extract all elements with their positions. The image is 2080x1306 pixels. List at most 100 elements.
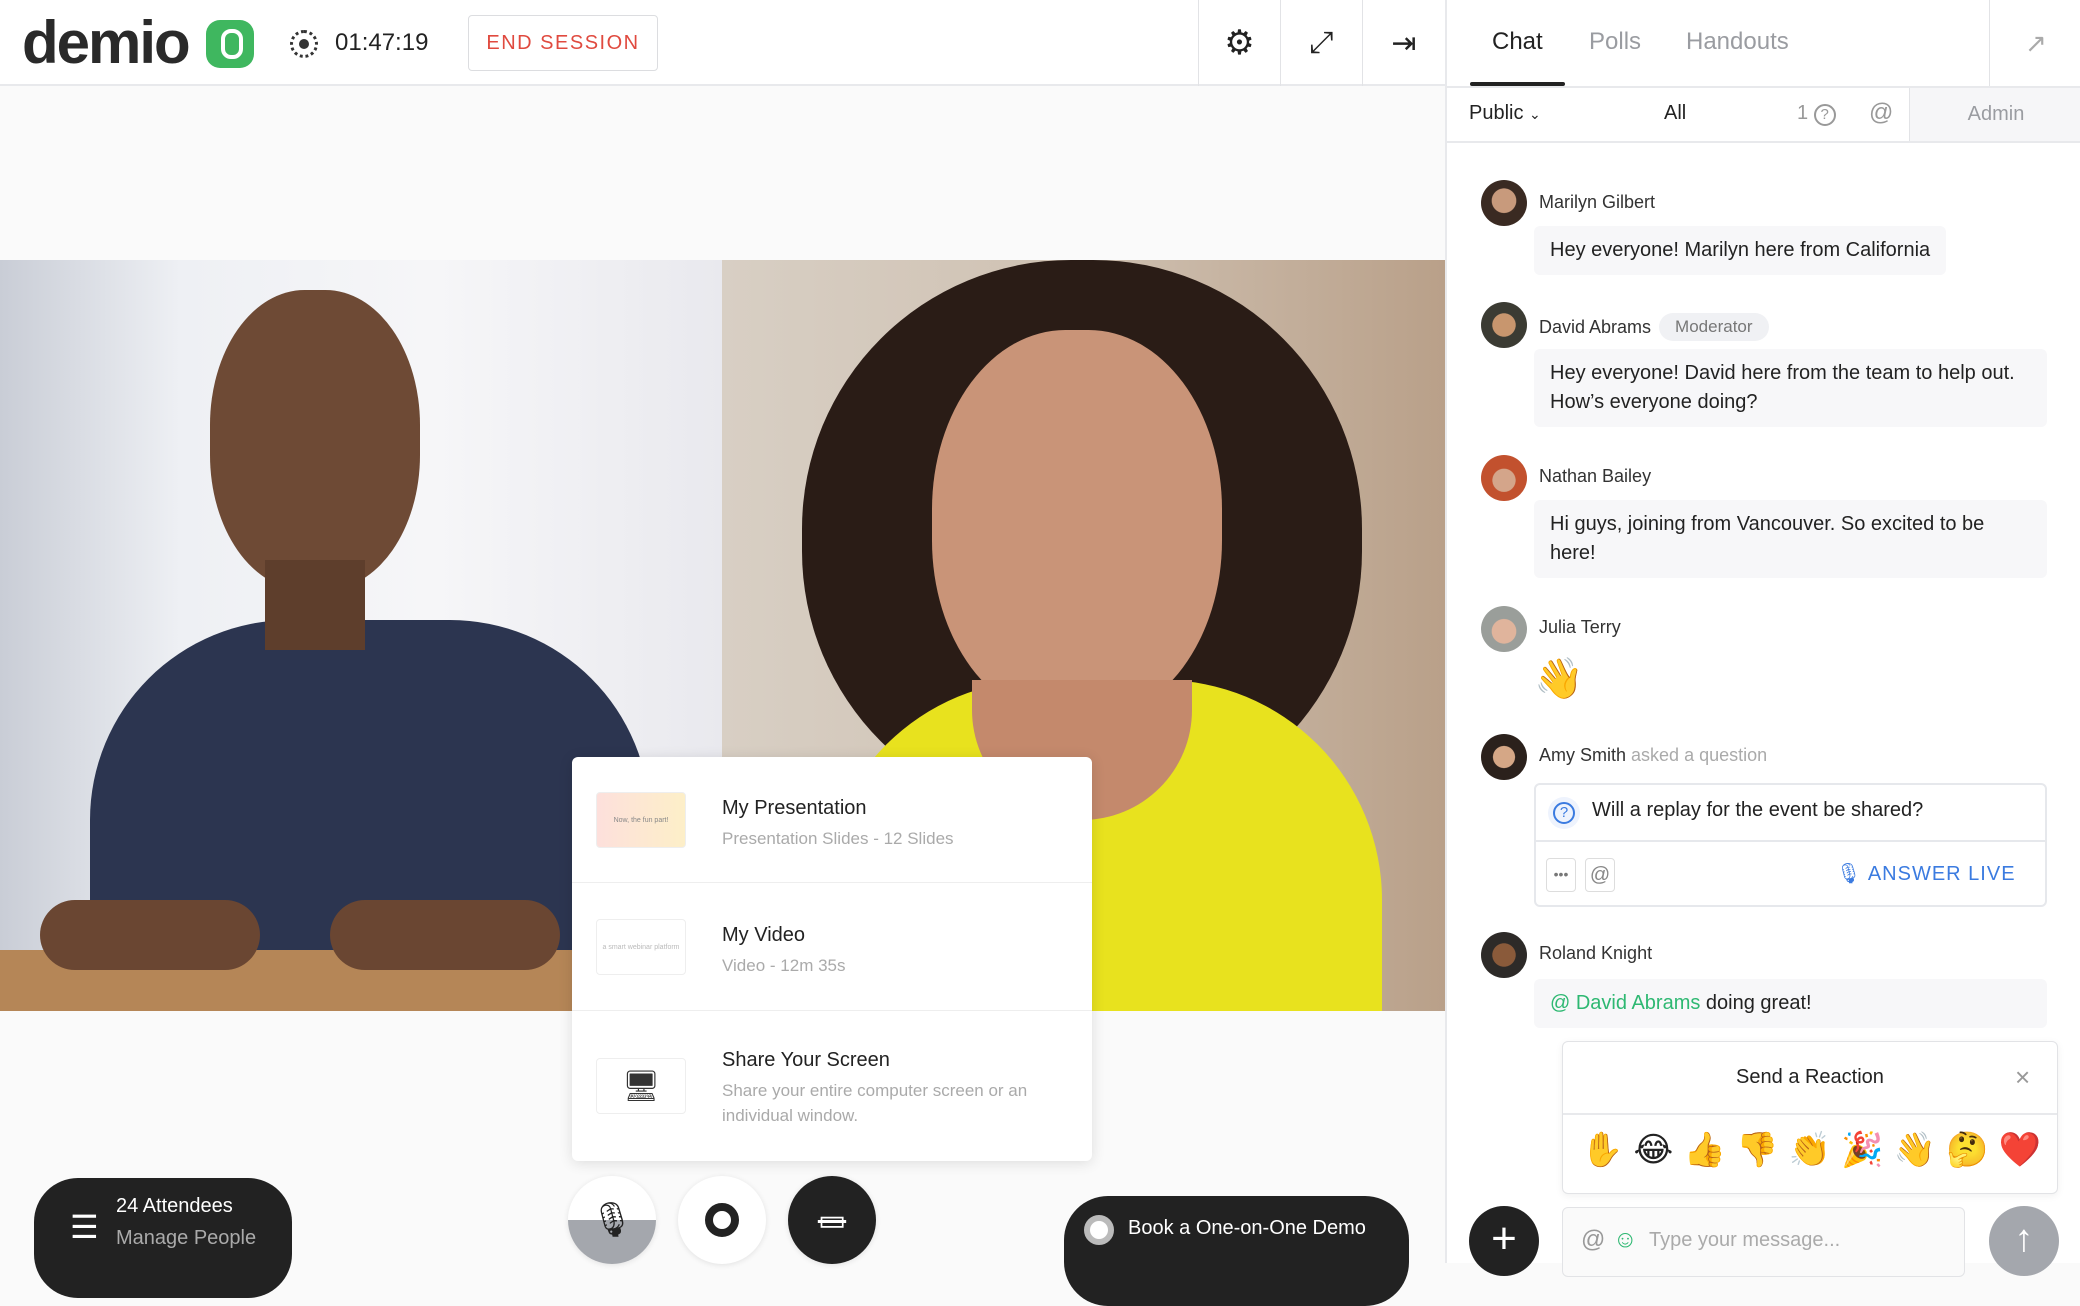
message-text: doing great! bbox=[1705, 992, 1812, 1014]
send-button[interactable]: ↑ bbox=[1989, 1206, 2059, 1276]
menu-item-video[interactable]: a smart webinar platform My Video Video … bbox=[572, 883, 1092, 1011]
plus-icon: + bbox=[1491, 1214, 1517, 1263]
menu-item-share-screen[interactable]: 🖥︎ Share Your Screen Share your entire c… bbox=[572, 1011, 1092, 1161]
recording-icon bbox=[290, 30, 318, 58]
share-off-icon: ▭ bbox=[817, 1203, 847, 1237]
top-bar: demio 01:47:19 END SESSION ⚙ ⤢ ⇥ bbox=[0, 0, 1445, 86]
question-text: Will a replay for the event be shared? bbox=[1592, 799, 1924, 821]
question-card: ? Will a replay for the event be shared?… bbox=[1534, 783, 2047, 907]
microphone-icon: 🎙︎ bbox=[1836, 863, 1863, 885]
message-bubble: Hey everyone! David here from the team t… bbox=[1534, 349, 2047, 427]
presentation-thumbnail: Now, the fun part! bbox=[596, 792, 686, 848]
chat-filter-bar: Public ⌄ All 1 ? @ Admin bbox=[1447, 86, 2080, 143]
avatar bbox=[1481, 734, 1527, 780]
reaction-emoji[interactable]: 😂 bbox=[1634, 1130, 1674, 1170]
question-count: 1 bbox=[1797, 102, 1809, 124]
avatar bbox=[1481, 606, 1527, 652]
fullscreen-button[interactable]: ⤢ bbox=[1280, 0, 1362, 86]
mention-link[interactable]: @ David Abrams bbox=[1550, 992, 1700, 1014]
moderator-badge: Moderator bbox=[1659, 313, 1769, 341]
menu-item-subtitle: Video - 12m 35s bbox=[722, 956, 846, 975]
end-session-button[interactable]: END SESSION bbox=[468, 15, 658, 71]
message-author: Marilyn Gilbert bbox=[1539, 192, 1656, 212]
message-author: Nathan Bailey bbox=[1539, 466, 1652, 486]
leave-button[interactable]: ⇥ bbox=[1362, 0, 1445, 86]
reaction-emoji[interactable]: 🎉 bbox=[1841, 1130, 1883, 1170]
share-content-menu: Now, the fun part! My Presentation Prese… bbox=[572, 757, 1092, 1161]
message-input[interactable]: @ ☺ Type your message... bbox=[1562, 1207, 1965, 1277]
chevron-down-icon: ⌄ bbox=[1529, 106, 1541, 122]
video-thumbnail: a smart webinar platform bbox=[596, 919, 686, 975]
message-bubble: @ David Abrams doing great! bbox=[1534, 979, 2047, 1028]
mentions-filter[interactable]: @ bbox=[1869, 99, 1893, 127]
logo-mic-icon bbox=[206, 20, 254, 68]
menu-item-subtitle: Presentation Slides - 12 Slides bbox=[722, 829, 954, 848]
at-icon: @ bbox=[1869, 99, 1894, 126]
menu-icon: ☰ bbox=[70, 1209, 99, 1245]
reaction-emoji[interactable]: 👎 bbox=[1736, 1130, 1778, 1170]
gear-icon: ⚙ bbox=[1224, 24, 1255, 62]
questions-filter[interactable]: 1 ? bbox=[1797, 102, 1836, 126]
exit-icon: ⇥ bbox=[1391, 26, 1417, 60]
message-bubble: Hey everyone! Marilyn here from Californ… bbox=[1534, 226, 1947, 275]
question-icon: ? bbox=[1813, 104, 1836, 126]
arrow-up-icon: ↑ bbox=[2014, 1218, 2034, 1260]
message-header: Amy Smith asked a question bbox=[1539, 745, 1767, 766]
message-author: Amy Smith bbox=[1539, 745, 1627, 765]
admin-tab[interactable]: Admin bbox=[1909, 88, 2080, 141]
emoji-picker-icon[interactable]: ☺ bbox=[1613, 1226, 1638, 1254]
reaction-emoji-row: ✋ 😂 👍 👎 👏 🎉 👋 🤔 ❤️ bbox=[1581, 1130, 2041, 1170]
webcam-button[interactable] bbox=[678, 1176, 766, 1264]
tab-polls[interactable]: Polls bbox=[1589, 28, 1641, 56]
question-icon: ? bbox=[1548, 797, 1580, 829]
reaction-emoji[interactable]: 🤔 bbox=[1946, 1130, 1988, 1170]
tab-chat[interactable]: Chat bbox=[1492, 28, 1543, 56]
avatar bbox=[1481, 932, 1527, 978]
reaction-emoji[interactable]: ✋ bbox=[1581, 1130, 1623, 1170]
message-header: David Abrams Moderator bbox=[1539, 313, 1769, 341]
close-icon: × bbox=[2015, 1062, 2031, 1092]
add-button[interactable]: + bbox=[1469, 1206, 1539, 1276]
mention-button[interactable]: @ bbox=[1585, 858, 1615, 892]
reaction-emoji[interactable]: 👍 bbox=[1683, 1130, 1725, 1170]
book-demo-button[interactable]: Book a One-on-One Demo bbox=[1064, 1196, 1409, 1306]
expand-icon: ⤢ bbox=[1309, 26, 1334, 59]
reaction-emoji[interactable]: ❤️ bbox=[1999, 1130, 2041, 1170]
menu-item-subtitle: Share your entire computer screen or an … bbox=[722, 1081, 1028, 1125]
message-bubble: Hi guys, joining from Vancouver. So exci… bbox=[1534, 500, 2047, 578]
avatar bbox=[1481, 180, 1527, 226]
reaction-title: Send a Reaction bbox=[1563, 1042, 2057, 1115]
attendees-button[interactable]: ☰ 24 Attendees Manage People bbox=[34, 1178, 292, 1298]
chat-panel: Chat Polls Handouts ↗ Public ⌄ All 1 ? @… bbox=[1445, 0, 2080, 1277]
visibility-value: Public bbox=[1469, 102, 1524, 124]
avatar bbox=[1481, 455, 1527, 501]
reaction-emoji[interactable]: 👏 bbox=[1789, 1130, 1831, 1170]
asked-question-note: asked a question bbox=[1631, 745, 1768, 765]
answer-live-button[interactable]: 🎙︎ ANSWER LIVE bbox=[1836, 861, 2016, 886]
more-options-button[interactable]: ••• bbox=[1546, 858, 1576, 892]
monitor-icon: 🖥︎ bbox=[596, 1058, 686, 1114]
mention-icon[interactable]: @ bbox=[1581, 1226, 1605, 1254]
menu-item-title: My Video bbox=[722, 924, 806, 946]
wave-emoji-message: 👋 bbox=[1534, 657, 1584, 701]
message-placeholder: Type your message... bbox=[1649, 1229, 1841, 1251]
popout-button[interactable]: ↗ bbox=[1989, 0, 2080, 86]
menu-item-presentation[interactable]: Now, the fun part! My Presentation Prese… bbox=[572, 757, 1092, 883]
tab-handouts[interactable]: Handouts bbox=[1686, 28, 1789, 56]
visibility-dropdown[interactable]: Public ⌄ bbox=[1469, 102, 1541, 125]
message-author: Roland Knight bbox=[1539, 943, 1653, 963]
book-demo-label: Book a One-on-One Demo bbox=[1128, 1217, 1366, 1239]
answer-live-label: ANSWER LIVE bbox=[1867, 863, 2016, 885]
target-icon bbox=[1084, 1215, 1114, 1245]
settings-button[interactable]: ⚙ bbox=[1198, 0, 1280, 86]
reaction-emoji[interactable]: 👋 bbox=[1894, 1130, 1936, 1170]
close-reaction-button[interactable]: × bbox=[2015, 1062, 2030, 1093]
microphone-button[interactable]: 🎙︎ bbox=[568, 1176, 656, 1264]
menu-item-title: Share Your Screen bbox=[722, 1049, 890, 1071]
external-link-icon: ↗ bbox=[2025, 27, 2047, 58]
scope-filter[interactable]: All bbox=[1664, 102, 1686, 125]
avatar bbox=[1481, 302, 1527, 348]
share-screen-button[interactable]: ▭ bbox=[788, 1176, 876, 1264]
webcam-icon bbox=[705, 1203, 739, 1237]
reaction-panel: Send a Reaction × ✋ 😂 👍 👎 👏 🎉 👋 🤔 ❤️ bbox=[1562, 1041, 2058, 1194]
